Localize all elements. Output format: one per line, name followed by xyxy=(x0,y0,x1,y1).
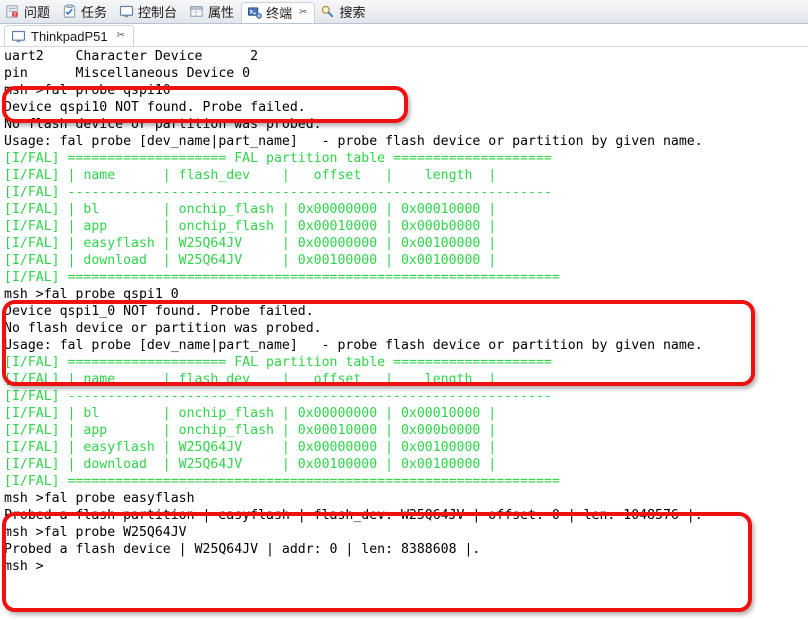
terminal-line: No flash device or partition was probed. xyxy=(4,117,322,132)
close-icon[interactable]: ✂ xyxy=(117,31,125,41)
terminal-connection-tab-bar: ThinkpadP51 ✂ xyxy=(0,24,808,47)
tab-thinkpadp51-label: ThinkpadP51 xyxy=(31,28,108,44)
console-icon xyxy=(119,4,134,19)
tab-search-label: 搜索 xyxy=(339,5,366,20)
terminal-line: [I/FAL] | app | onchip_flash | 0x0001000… xyxy=(4,219,497,234)
terminal-line: Probed a flash device | W25Q64JV | addr:… xyxy=(4,542,481,557)
tab-console-label: 控制台 xyxy=(138,5,178,20)
terminal-line: Device qspi10 NOT found. Probe failed. xyxy=(4,100,306,115)
terminal-line: [I/FAL] | bl | onchip_flash | 0x00000000… xyxy=(4,202,497,217)
terminal-line: [I/FAL] ================================… xyxy=(4,270,560,285)
terminal-line: [I/FAL] --------------------------------… xyxy=(4,389,552,404)
tab-console[interactable]: 控制台 xyxy=(114,0,184,23)
terminal-line: No flash device or partition was probed. xyxy=(4,321,322,336)
terminal-icon xyxy=(247,5,262,20)
terminal-line: [I/FAL] ==================== FAL partiti… xyxy=(4,151,552,166)
terminal-line: [I/FAL] | name | flash_dev | offset | le… xyxy=(4,372,497,387)
terminal-connection-icon xyxy=(11,29,26,44)
terminal-line: msh >fal probe W25Q64JV xyxy=(4,525,187,540)
terminal-line: msh >fal probe qspi1_0 xyxy=(4,287,179,302)
terminal-line: [I/FAL] ==================== FAL partiti… xyxy=(4,355,552,370)
tab-properties[interactable]: 属性 xyxy=(184,0,241,23)
terminal-line: [I/FAL] | bl | onchip_flash | 0x00000000… xyxy=(4,406,497,421)
terminal-line: msh >fal probe easyflash xyxy=(4,491,195,506)
terminal-line: [I/FAL] | app | onchip_flash | 0x0001000… xyxy=(4,423,497,438)
tab-tasks-label: 任务 xyxy=(81,5,108,20)
close-icon[interactable]: ✂ xyxy=(299,7,307,18)
terminal-line: [I/FAL] | download | W25Q64JV | 0x001000… xyxy=(4,253,497,268)
view-tab-bar: 问题 任务 控制台 属性 终端 ✂ 搜索 xyxy=(0,0,808,24)
terminal-line: [I/FAL] ================================… xyxy=(4,474,560,489)
terminal-line: Device qspi1_0 NOT found. Probe failed. xyxy=(4,304,314,319)
tasks-icon xyxy=(62,4,77,19)
terminal-line: pin Miscellaneous Device 0 xyxy=(4,66,251,81)
terminal-line: Usage: fal probe [dev_name|part_name] - … xyxy=(4,338,703,353)
terminal-line: Probed a flash partition | easyflash | f… xyxy=(4,508,703,523)
tab-search[interactable]: 搜索 xyxy=(315,0,372,23)
terminal-line: [I/FAL] | easyflash | W25Q64JV | 0x00000… xyxy=(4,440,497,455)
tab-properties-label: 属性 xyxy=(208,5,235,20)
terminal-line: Usage: fal probe [dev_name|part_name] - … xyxy=(4,134,703,149)
tab-terminal[interactable]: 终端 ✂ xyxy=(241,2,316,23)
eclipse-terminal-window: 问题 任务 控制台 属性 终端 ✂ 搜索 ThinkpadP51 ✂ uart2… xyxy=(0,0,808,620)
tab-thinkpadp51[interactable]: ThinkpadP51 ✂ xyxy=(4,25,135,46)
problems-icon xyxy=(5,4,20,19)
terminal-output[interactable]: uart2 Character Device 2 pin Miscellaneou… xyxy=(0,48,808,620)
search-icon xyxy=(320,4,335,19)
terminal-line: uart2 Character Device 2 xyxy=(4,49,259,64)
terminal-line: [I/FAL] | easyflash | W25Q64JV | 0x00000… xyxy=(4,236,497,251)
terminal-line: msh > xyxy=(4,559,44,574)
tab-terminal-label: 终端 xyxy=(266,6,293,21)
terminal-line: [I/FAL] | name | flash_dev | offset | le… xyxy=(4,168,497,183)
terminal-line: msh >fal probe qspi10 xyxy=(4,83,171,98)
tab-problems[interactable]: 问题 xyxy=(0,0,57,23)
tab-problems-label: 问题 xyxy=(24,5,51,20)
terminal-line: [I/FAL] --------------------------------… xyxy=(4,185,552,200)
terminal-line: [I/FAL] | download | W25Q64JV | 0x001000… xyxy=(4,457,497,472)
properties-icon xyxy=(189,4,204,19)
tab-tasks[interactable]: 任务 xyxy=(57,0,114,23)
